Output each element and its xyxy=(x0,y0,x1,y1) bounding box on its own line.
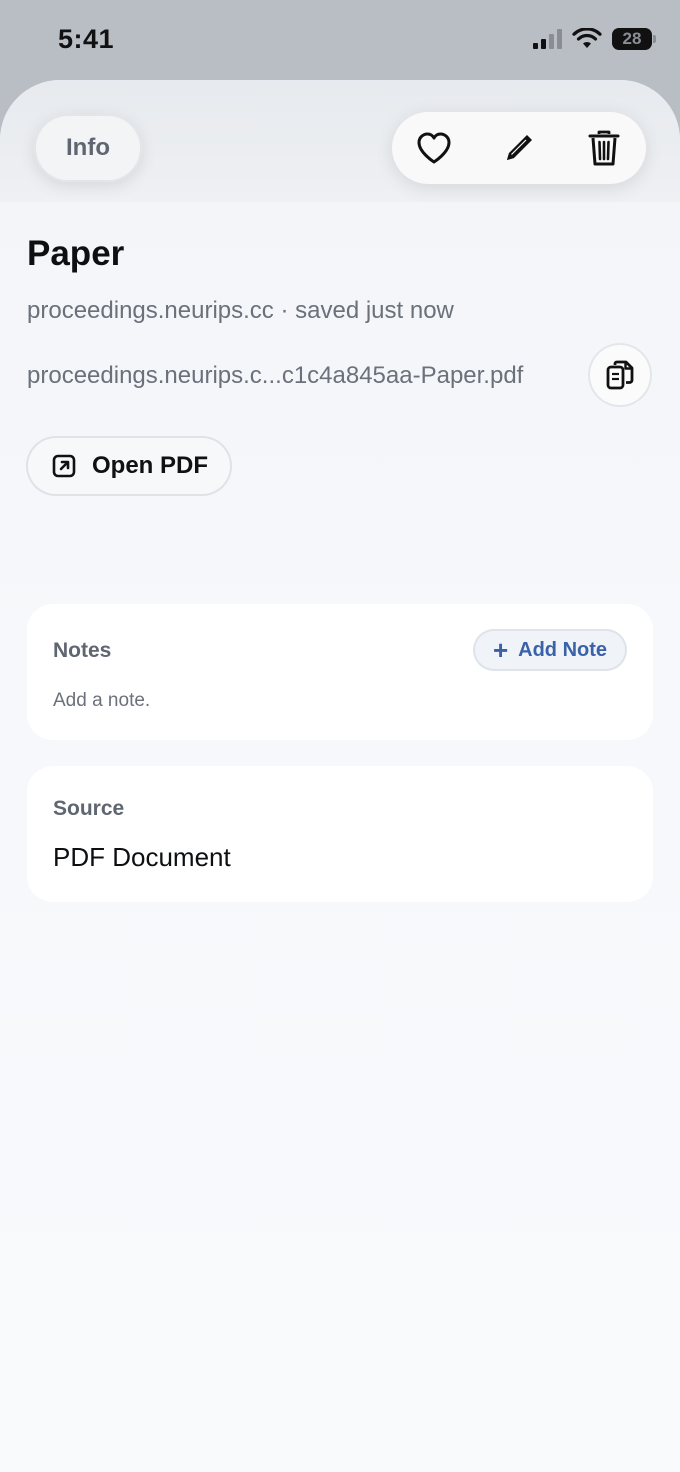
info-sheet: Info Paper proceedings.neurips.cc · save… xyxy=(0,80,680,1472)
document-subtitle: proceedings.neurips.cc · saved just now xyxy=(27,297,454,324)
notes-card: Notes + Add Note Add a note. xyxy=(27,604,653,740)
add-note-button[interactable]: + Add Note xyxy=(473,629,627,671)
heart-icon xyxy=(417,132,451,164)
edit-button[interactable] xyxy=(499,128,539,168)
favorite-button[interactable] xyxy=(414,128,454,168)
delete-button[interactable] xyxy=(584,128,624,168)
status-bar: 5:41 28 xyxy=(0,0,680,80)
copy-button[interactable] xyxy=(588,343,652,407)
file-url: proceedings.neurips.c...c1c4a845aa-Paper… xyxy=(27,362,524,389)
plus-icon: + xyxy=(492,635,509,665)
battery-icon: 28 xyxy=(612,28,656,50)
notes-label: Notes xyxy=(53,639,112,662)
screen: 5:41 28 Info Paper proceedings.neurips.c… xyxy=(0,0,680,1472)
info-button[interactable]: Info xyxy=(34,114,142,182)
source-card: Source PDF Document xyxy=(27,766,653,902)
external-link-icon xyxy=(52,454,76,478)
notes-empty-hint: Add a note. xyxy=(53,690,151,711)
wifi-icon xyxy=(572,28,602,48)
source-value: PDF Document xyxy=(53,842,231,872)
status-icons: 28 xyxy=(533,28,656,50)
action-bar xyxy=(392,112,646,184)
page-title: Paper xyxy=(27,234,125,273)
pencil-icon xyxy=(507,135,532,160)
status-time: 5:41 xyxy=(58,24,115,54)
open-pdf-button[interactable]: Open PDF xyxy=(26,436,232,496)
copy-icon xyxy=(606,360,634,390)
add-note-label: Add Note xyxy=(518,638,608,661)
trash-icon xyxy=(588,130,620,166)
open-pdf-label: Open PDF xyxy=(92,452,209,479)
signal-icon xyxy=(533,29,562,49)
source-label: Source xyxy=(53,797,125,820)
battery-level: 28 xyxy=(622,29,642,48)
